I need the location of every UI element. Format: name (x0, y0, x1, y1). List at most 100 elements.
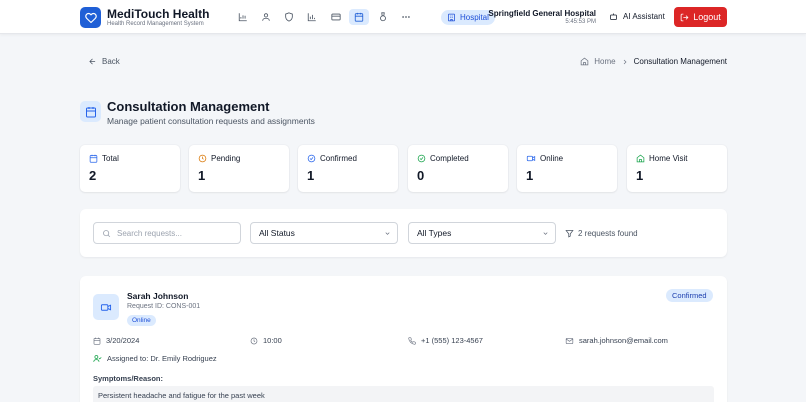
stat-card-confirmed: Confirmed 1 (298, 145, 398, 192)
hospital-badge: Hospital (441, 10, 495, 25)
nav-awards[interactable] (373, 9, 393, 25)
status-select-value: All Status (259, 228, 295, 238)
results-count: 2 requests found (565, 229, 638, 238)
nav-reports[interactable] (302, 9, 322, 25)
stat-label: Pending (211, 154, 241, 163)
back-label: Back (102, 57, 120, 66)
more-icon (402, 16, 410, 18)
stat-value: 0 (417, 168, 425, 183)
assigned-text: Assigned to: Dr. Emily Rodriguez (107, 354, 217, 363)
check-circle-icon (417, 154, 426, 163)
hospital-badge-label: Hospital (460, 13, 489, 22)
email-text: sarah.johnson@email.com (579, 336, 668, 345)
calendar-icon (93, 337, 101, 345)
phone-icon (408, 336, 416, 345)
nav-consultations[interactable] (349, 9, 369, 25)
home-icon (581, 57, 589, 66)
consultation-type-badge: Online (127, 315, 156, 326)
nav-analytics[interactable] (233, 9, 253, 25)
breadcrumb: Home Consultation Management (580, 57, 727, 66)
back-button[interactable]: Back (88, 57, 120, 66)
symptoms-text: Persistent headache and fatigue for the … (93, 386, 714, 402)
chevron-down-icon (385, 231, 390, 235)
stat-label: Home Visit (649, 154, 688, 163)
stat-card-total: Total 2 (80, 145, 180, 192)
nav-more[interactable] (396, 9, 416, 25)
stat-value: 1 (526, 168, 534, 183)
stat-value: 1 (198, 168, 206, 183)
page-title-icon (80, 101, 101, 122)
card-icon (331, 13, 341, 21)
stat-label: Confirmed (320, 154, 357, 163)
logo[interactable] (80, 7, 101, 28)
arrow-left-icon (89, 58, 96, 65)
medal-icon (380, 12, 386, 22)
brand-subtitle: Health Record Management System (107, 21, 204, 27)
page-subtitle: Manage patient consultation requests and… (107, 116, 315, 126)
stat-card-pending: Pending 1 (189, 145, 289, 192)
search-input[interactable] (117, 228, 237, 238)
status-badge: Confirmed (666, 289, 713, 302)
stat-value: 2 (89, 168, 97, 183)
bar-chart-icon (307, 13, 316, 22)
status-select[interactable]: All Status (250, 222, 398, 244)
date-text: 3/20/2024 (106, 336, 140, 345)
consultation-date: 3/20/2024 (93, 336, 139, 345)
request-id: Request ID: CONS-001 (127, 303, 201, 310)
check-circle-icon (307, 154, 316, 163)
video-icon (526, 155, 536, 162)
mail-icon (565, 337, 574, 344)
filter-panel: All Status All Types 2 requests found (80, 209, 727, 257)
patient-name: Sarah Johnson (127, 291, 189, 301)
ai-assistant-button[interactable]: AI Assistant (609, 12, 665, 21)
stat-label: Completed (430, 154, 469, 163)
phone-text: +1 (555) 123-4567 (421, 336, 483, 345)
nav-patients[interactable] (256, 9, 276, 25)
ai-assistant-label: AI Assistant (623, 12, 665, 21)
bot-icon (610, 13, 617, 20)
clock-icon (250, 337, 258, 344)
page-title: Consultation Management (107, 99, 270, 114)
nav-billing[interactable] (326, 9, 346, 25)
stat-card-home-visit: Home Visit 1 (627, 145, 727, 192)
calendar-icon (354, 12, 364, 22)
time-text: 10:00 (263, 336, 282, 345)
building-icon (448, 13, 455, 22)
user-icon (262, 13, 270, 21)
stat-value: 1 (636, 168, 644, 183)
results-text: 2 requests found (578, 229, 638, 238)
consultation-card[interactable]: Sarah Johnson Request ID: CONS-001 Onlin… (80, 276, 727, 402)
heart-icon (84, 12, 97, 23)
home-icon (636, 154, 645, 163)
user-check-icon (93, 355, 102, 362)
logout-icon (680, 13, 689, 21)
chart-icon (238, 13, 247, 22)
top-bar: MediTouch Health Health Record Managemen… (0, 0, 806, 34)
consultation-time: 10:00 (250, 336, 282, 345)
nav-security[interactable] (279, 9, 299, 25)
consultation-type-avatar (93, 294, 119, 320)
stat-label: Online (540, 154, 564, 163)
breadcrumb-current: Consultation Management (633, 57, 727, 66)
stat-label: Total (102, 154, 119, 163)
breadcrumb-home[interactable]: Home (594, 57, 615, 66)
hospital-name: Springfield General Hospital (488, 9, 596, 18)
current-time: 5:45:53 PM (565, 19, 596, 25)
stat-value: 1 (307, 168, 315, 183)
filter-icon (565, 230, 574, 238)
logout-label: Logout (693, 12, 721, 22)
brand-title: MediTouch Health (107, 7, 210, 21)
search-field[interactable] (93, 222, 241, 244)
patient-email: sarah.johnson@email.com (565, 336, 668, 345)
clock-icon (198, 154, 207, 163)
assigned-doctor: Assigned to: Dr. Emily Rodriguez (93, 354, 217, 363)
calendar-icon (85, 106, 96, 117)
video-icon (100, 303, 112, 311)
type-select[interactable]: All Types (408, 222, 556, 244)
stat-card-online: Online 1 (517, 145, 617, 192)
logout-button[interactable]: Logout (674, 7, 727, 27)
stat-card-completed: Completed 0 (408, 145, 508, 192)
calendar-icon (89, 154, 98, 163)
patient-phone: +1 (555) 123-4567 (408, 336, 483, 345)
symptoms-label: Symptoms/Reason: (93, 374, 164, 383)
